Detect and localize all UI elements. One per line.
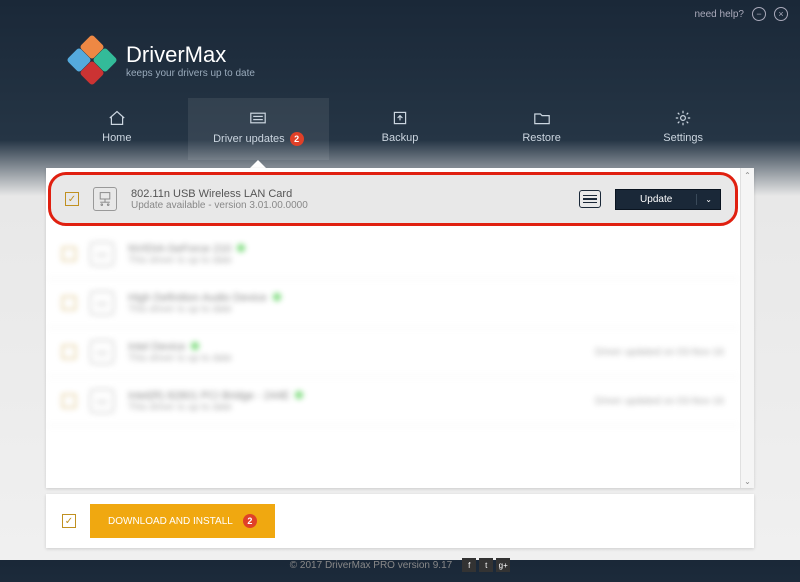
update-button[interactable]: Update ⌄ xyxy=(615,189,721,210)
driver-row[interactable]: ▭ High Definition Audio Device This driv… xyxy=(46,279,740,328)
app-logo-icon xyxy=(70,38,114,82)
tab-restore[interactable]: Restore xyxy=(471,98,613,160)
select-all-checkbox[interactable]: ✓ xyxy=(62,514,76,528)
scroll-up-icon[interactable]: ⌃ xyxy=(741,168,754,182)
scrollbar[interactable]: ⌃ ⌄ xyxy=(740,168,754,488)
updates-badge: 2 xyxy=(290,132,304,146)
system-device-icon: ▭ xyxy=(90,389,114,413)
gear-icon xyxy=(673,110,693,126)
app-subtitle: keeps your drivers up to date xyxy=(126,68,255,79)
footer: © 2017 DriverMax PRO version 9.17 f t g+ xyxy=(0,548,800,582)
driver-row[interactable]: ▭ NVIDIA GeForce 210 This driver is up t… xyxy=(46,230,740,279)
driver-checkbox[interactable]: ✓ xyxy=(65,192,79,206)
driver-title: 802.11n USB Wireless LAN Card xyxy=(131,188,565,200)
titlebar: need help? − × xyxy=(0,0,800,28)
driver-list-panel: ✓ 802.11n USB Wireless LAN Card Update a… xyxy=(46,168,754,488)
folder-icon xyxy=(532,110,552,126)
facebook-icon[interactable]: f xyxy=(462,558,476,572)
driver-checkbox[interactable] xyxy=(62,345,76,359)
tab-driver-updates[interactable]: Driver updates2 xyxy=(188,98,330,160)
tab-backup[interactable]: Backup xyxy=(329,98,471,160)
download-install-button[interactable]: DOWNLOAD AND INSTALL 2 xyxy=(90,504,275,538)
driver-row-highlighted[interactable]: ✓ 802.11n USB Wireless LAN Card Update a… xyxy=(48,172,738,226)
updates-icon xyxy=(248,110,268,126)
home-icon xyxy=(107,110,127,126)
close-button[interactable]: × xyxy=(774,7,788,21)
copyright-text: © 2017 DriverMax PRO version 9.17 xyxy=(290,560,452,571)
help-link[interactable]: need help? xyxy=(695,9,745,20)
backup-icon xyxy=(390,110,410,126)
main-tabs: Home Driver updates2 Backup Restore Sett… xyxy=(0,98,800,160)
driver-subtitle: Update available - version 3.01.00.0000 xyxy=(131,200,565,211)
tab-home[interactable]: Home xyxy=(46,98,188,160)
driver-checkbox[interactable] xyxy=(62,247,76,261)
driver-checkbox[interactable] xyxy=(62,394,76,408)
network-device-icon xyxy=(93,187,117,211)
audio-device-icon: ▭ xyxy=(90,291,114,315)
google-plus-icon[interactable]: g+ xyxy=(496,558,510,572)
scroll-down-icon[interactable]: ⌄ xyxy=(741,474,754,488)
driver-checkbox[interactable] xyxy=(62,296,76,310)
display-device-icon: ▭ xyxy=(90,242,114,266)
driver-row[interactable]: ▭ Intel Device This driver is up to date… xyxy=(46,328,740,377)
app-title: DriverMax xyxy=(126,42,255,68)
twitter-icon[interactable]: t xyxy=(479,558,493,572)
chevron-down-icon[interactable]: ⌄ xyxy=(697,195,720,204)
brand-area: DriverMax keeps your drivers up to date xyxy=(0,28,800,98)
details-icon[interactable] xyxy=(579,190,601,208)
download-badge: 2 xyxy=(243,514,257,528)
driver-row[interactable]: ▭ Intel(R) 82801 PCI Bridge - 244E This … xyxy=(46,377,740,426)
system-device-icon: ▭ xyxy=(90,340,114,364)
minimize-button[interactable]: − xyxy=(752,7,766,21)
tab-settings[interactable]: Settings xyxy=(612,98,754,160)
bottom-bar: ✓ DOWNLOAD AND INSTALL 2 xyxy=(46,494,754,548)
